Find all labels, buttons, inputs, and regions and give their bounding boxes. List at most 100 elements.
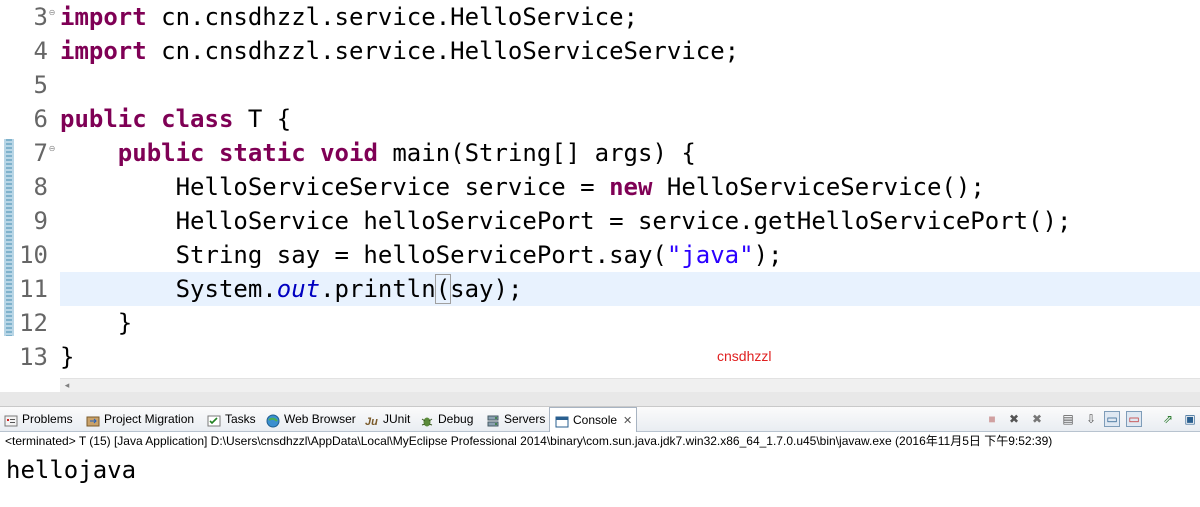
- show-console-on-stdout-icon[interactable]: ▭: [1104, 411, 1120, 427]
- fold-toggle-icon[interactable]: ⊖: [48, 145, 56, 153]
- kw-token: public: [60, 105, 147, 133]
- tab-servers-label: Servers: [504, 412, 546, 426]
- code-token: HelloServiceService service =: [60, 173, 610, 201]
- tab-console-label: Console: [573, 413, 618, 427]
- servers-icon: [486, 412, 500, 427]
- bottom-views-tabbar: Problems Project Migration Tasks Web Bro…: [0, 407, 1200, 432]
- code-text[interactable]: import cn.cnsdhzzl.service.HelloService;: [60, 0, 1200, 34]
- display-selected-console-icon[interactable]: ⇗: [1160, 411, 1176, 427]
- code-line[interactable]: 8 HelloServiceService service = new Hell…: [0, 170, 1200, 204]
- line-number: 13: [19, 343, 48, 371]
- code-token: }: [60, 309, 133, 337]
- kw-token: void: [320, 139, 378, 167]
- code-line[interactable]: 5: [0, 68, 1200, 102]
- tab-problems[interactable]: Problems: [4, 407, 73, 431]
- remove-all-terminated-icon[interactable]: ✖: [1029, 411, 1045, 427]
- fold-toggle-icon[interactable]: ⊖: [48, 9, 56, 17]
- debug-icon: [420, 412, 434, 427]
- code-text[interactable]: HelloService helloServicePort = service.…: [60, 204, 1200, 238]
- code-line[interactable]: 4 import cn.cnsdhzzl.service.HelloService…: [0, 34, 1200, 68]
- scroll-lock-icon[interactable]: ⇩: [1083, 411, 1099, 427]
- scroll-left-arrow-icon[interactable]: ◂: [62, 380, 72, 392]
- open-console-icon[interactable]: ▣: [1182, 411, 1198, 427]
- clear-console-icon[interactable]: ▤: [1060, 411, 1076, 427]
- tab-tasks-label: Tasks: [225, 412, 256, 426]
- code-token: System.: [60, 275, 277, 303]
- tasks-icon: [207, 412, 221, 427]
- fld-token: out: [276, 275, 321, 303]
- tab-project-migration-label: Project Migration: [104, 412, 195, 426]
- code-text[interactable]: import cn.cnsdhzzl.service.HelloServiceS…: [60, 34, 1200, 68]
- tab-debug-label: Debug: [438, 412, 474, 426]
- tab-web-browser[interactable]: Web Browser: [266, 407, 356, 431]
- tab-junit[interactable]: Ju JUnit: [365, 407, 410, 431]
- line-number: 6: [33, 105, 48, 133]
- line-number: 8: [33, 173, 48, 201]
- tab-debug[interactable]: Debug: [420, 407, 473, 431]
- junit-icon: Ju: [365, 412, 379, 428]
- kw-token: import: [60, 3, 147, 31]
- code-text[interactable]: public static void main(String[] args) {: [60, 136, 1200, 170]
- kw-token: import: [60, 37, 147, 65]
- problems-icon: [4, 412, 18, 427]
- str-token: "java": [666, 241, 754, 269]
- code-token: HelloServiceService();: [652, 173, 985, 201]
- code-line[interactable]: 12 }: [0, 306, 1200, 340]
- code-token: main(String[] args) {: [377, 139, 696, 167]
- code-token: cn.cnsdhzzl.service.HelloService;: [146, 3, 638, 31]
- tab-servers[interactable]: Servers: [486, 407, 545, 431]
- view-separator: [0, 392, 1200, 407]
- code-text[interactable]: }: [60, 306, 1200, 340]
- watermark-text: cnsdhzzl: [717, 348, 772, 364]
- project-migration-icon: [86, 412, 100, 427]
- line-number: 11: [19, 275, 48, 303]
- close-icon[interactable]: ✕: [623, 415, 632, 427]
- code-token: String say = helloServicePort.say(: [60, 241, 667, 269]
- code-token: .println: [320, 275, 436, 303]
- terminate-icon[interactable]: ■: [984, 411, 1000, 427]
- console-process-status: <terminated> T (15) [Java Application] D…: [5, 434, 1053, 448]
- svg-text:Ju: Ju: [365, 416, 378, 428]
- tab-console[interactable]: Console ✕: [549, 407, 638, 432]
- code-text[interactable]: HelloServiceService service = new HelloS…: [60, 170, 1200, 204]
- console-output[interactable]: hellojava: [6, 456, 136, 484]
- kw-token: new: [609, 173, 653, 201]
- code-token: }: [60, 343, 75, 371]
- code-text[interactable]: System.out.println(say);: [60, 272, 1200, 306]
- line-number: 4: [33, 37, 48, 65]
- code-line[interactable]: 7 ⊖ public static void main(String[] args…: [0, 136, 1200, 170]
- tab-project-migration[interactable]: Project Migration: [86, 407, 194, 431]
- code-line[interactable]: 10 String say = helloServicePort.say("ja…: [0, 238, 1200, 272]
- code-text[interactable]: [60, 68, 1200, 102]
- code-line[interactable]: 13}: [0, 340, 1200, 374]
- bracket-token: (: [434, 274, 452, 304]
- eclipse-window: 3 ⊖ import cn.cnsdhzzl.service.HelloServic…: [0, 0, 1200, 507]
- kw-token: static: [218, 139, 306, 167]
- code-token: T {: [233, 105, 292, 133]
- console-icon: [555, 413, 569, 428]
- editor-horizontal-scrollbar[interactable]: ◂: [60, 378, 1200, 393]
- show-console-on-stderr-icon[interactable]: ▭: [1126, 411, 1142, 427]
- line-number: 7: [33, 139, 48, 167]
- code-line[interactable]: 6 public class T {: [0, 102, 1200, 136]
- web-browser-icon: [266, 412, 280, 428]
- code-text[interactable]: }: [60, 340, 1200, 374]
- line-number: 12: [19, 309, 48, 337]
- kw-token: class: [161, 105, 234, 133]
- code-editor[interactable]: 3 ⊖ import cn.cnsdhzzl.service.HelloServic…: [0, 0, 1200, 378]
- code-token: say);: [450, 275, 523, 303]
- code-line[interactable]: 3 ⊖ import cn.cnsdhzzl.service.HelloServic…: [0, 0, 1200, 34]
- code-line[interactable]: 11 System.out.println(say);: [0, 272, 1200, 306]
- kw-token: public: [117, 139, 205, 167]
- code-line[interactable]: 9 HelloService helloServicePort = servic…: [0, 204, 1200, 238]
- code-text[interactable]: String say = helloServicePort.say("java"…: [60, 238, 1200, 272]
- remove-launch-icon[interactable]: ✖: [1006, 411, 1022, 427]
- tab-problems-label: Problems: [22, 412, 73, 426]
- code-token: );: [753, 241, 783, 269]
- code-text[interactable]: public class T {: [60, 102, 1200, 136]
- tab-tasks[interactable]: Tasks: [207, 407, 256, 431]
